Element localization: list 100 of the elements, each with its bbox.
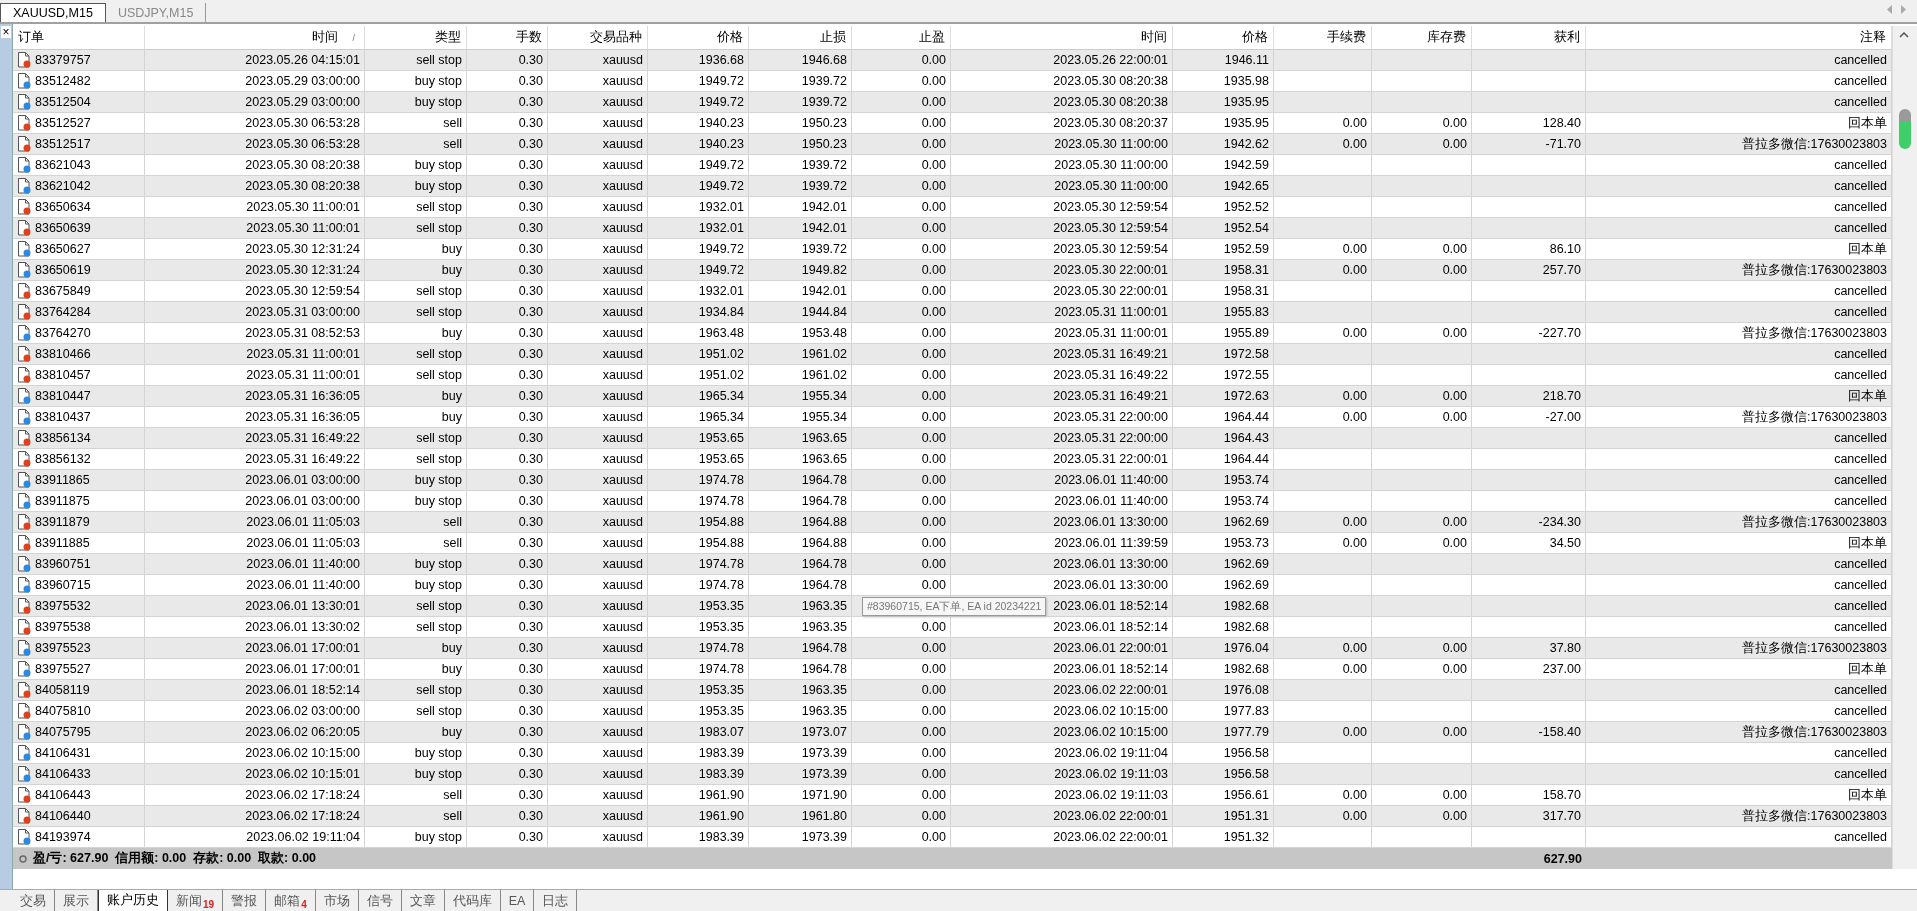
table-cell: 1935.95 — [1223, 95, 1269, 109]
table-cell: 0.00 — [1442, 389, 1467, 403]
table-row[interactable]: 84058119 2023.06.01 18:52:14 sell stop 0.30 xauusd 1953.35 1963.35 0.00 2023.06.02 22:00:01 1976.08 cancelled — [13, 680, 1892, 701]
table-cell: 1964.78 — [801, 578, 847, 592]
table-cell: 0.30 — [518, 284, 543, 298]
scrollbar[interactable] — [1892, 26, 1917, 869]
table-cell: 2023.05.30 12:59:54 — [1053, 200, 1168, 214]
panel-tab[interactable]: 市场 — [315, 890, 359, 911]
table-row[interactable]: 83975527 2023.06.01 17:00:01 buy 0.30 xauusd 1974.78 1964.78 0.00 2023.06.01 18:52:14 1982.68 0.00 0.00 237.00 回本单 — [13, 659, 1892, 680]
table-cell: 0.00 — [921, 410, 946, 424]
scroll-up-icon[interactable] — [1899, 32, 1909, 38]
table-row[interactable]: 83856132 2023.05.31 16:49:22 sell stop 0.30 xauusd 1953.65 1963.65 0.00 2023.05.31 22:00:01 1964.44 cancelled — [13, 449, 1892, 470]
table-row[interactable]: 83621043 2023.05.30 08:20:38 buy stop 0.30 xauusd 1949.72 1939.72 0.00 2023.05.30 11:00:00 1942.59 cancelled — [13, 155, 1892, 176]
table-row[interactable]: 83512482 2023.05.29 03:00:00 buy stop 0.30 xauusd 1949.72 1939.72 0.00 2023.05.30 08:20:38 1935.98 cancelled — [13, 71, 1892, 92]
table-row[interactable]: 84106440 2023.06.02 17:18:24 sell 0.30 xauusd 1961.90 1961.80 0.00 2023.06.02 22:00:01 1951.31 0.00 0.00 317.70 普拉多微信:17630023803 — [13, 806, 1892, 827]
table-row[interactable]: 83911879 2023.06.01 11:05:03 sell 0.30 xauusd 1954.88 1964.88 0.00 2023.06.01 13:30:00 1962.69 0.00 0.00 -234.30 普拉多微信:17630023803 — [13, 512, 1892, 533]
total-profit: 627.90 — [1542, 851, 1583, 866]
table-row[interactable]: 83856134 2023.05.31 16:49:22 sell stop 0.30 xauusd 1953.65 1963.65 0.00 2023.05.31 22:00:00 1964.43 cancelled — [13, 428, 1892, 449]
table-row[interactable]: 83810437 2023.05.31 16:36:05 buy 0.30 xauusd 1965.34 1955.34 0.00 2023.05.31 22:00:00 1964.44 0.00 0.00 -27.00 普拉多微信:17630023803 — [13, 407, 1892, 428]
table-cell: 2023.06.01 18:52:14 — [1053, 662, 1168, 676]
table-row[interactable]: 83975523 2023.06.01 17:00:01 buy 0.30 xauusd 1974.78 1964.78 0.00 2023.06.01 22:00:01 1976.04 0.00 0.00 37.80 普拉多微信:17630023803 — [13, 638, 1892, 659]
table-cell: 1953.73 — [1223, 536, 1269, 550]
table-row[interactable]: 83911865 2023.06.01 03:00:00 buy stop 0.30 xauusd 1974.78 1964.78 0.00 2023.06.01 11:40:00 1953.74 cancelled — [13, 470, 1892, 491]
table-row[interactable]: 83960751 2023.06.01 11:40:00 buy stop 0.30 xauusd 1974.78 1964.78 0.00 2023.06.01 13:30:00 1962.69 cancelled — [13, 554, 1892, 575]
table-cell: xauusd — [602, 326, 643, 340]
table-cell: 1955.34 — [801, 410, 847, 424]
order-number: 83512527 — [35, 116, 91, 130]
table-cell: 1954.88 — [698, 536, 744, 550]
table-row[interactable]: 83810447 2023.05.31 16:36:05 buy 0.30 xauusd 1965.34 1955.34 0.00 2023.05.31 16:49:21 1972.63 0.00 0.00 218.70 回本单 — [13, 386, 1892, 407]
table-cell: 2023.05.30 08:20:38 — [1053, 95, 1168, 109]
table-cell: 2023.06.02 03:00:00 — [245, 704, 360, 718]
table-row[interactable]: 83379757 2023.05.26 04:15:01 sell stop 0.30 xauusd 1936.68 1946.68 0.00 2023.05.26 22:00:01 1946.11 cancelled — [13, 50, 1892, 71]
table-cell: 1964.78 — [801, 662, 847, 676]
table-row[interactable]: 83650639 2023.05.30 11:00:01 sell stop 0.30 xauusd 1932.01 1942.01 0.00 2023.05.30 12:59:54 1952.54 cancelled — [13, 218, 1892, 239]
table-row[interactable]: 84075810 2023.06.02 03:00:00 sell stop 0.30 xauusd 1953.35 1963.35 0.00 2023.06.02 10:15:00 1977.83 cancelled — [13, 701, 1892, 722]
tooltip: #83960715, EA下单, EA id 20234221 — [862, 597, 1047, 616]
table-cell: 257.70 — [1542, 263, 1581, 277]
table-row[interactable]: 83650627 2023.05.30 12:31:24 buy 0.30 xauusd 1949.72 1939.72 0.00 2023.05.30 12:59:54 1952.59 0.00 0.00 86.10 回本单 — [13, 239, 1892, 260]
table-row[interactable]: 83675849 2023.05.30 12:59:54 sell stop 0.30 xauusd 1932.01 1942.01 0.00 2023.05.30 22:00:01 1958.31 cancelled — [13, 281, 1892, 302]
table-row[interactable]: 84193974 2023.06.02 19:11:04 buy stop 0.30 xauusd 1983.39 1973.39 0.00 2023.06.02 22:00:01 1951.32 cancelled — [13, 827, 1892, 848]
table-cell: 2023.05.31 11:00:01 — [1054, 326, 1168, 340]
table-row[interactable]: 84106433 2023.06.02 10:15:01 buy stop 0.30 xauusd 1983.39 1973.39 0.00 2023.06.02 19:11:03 1956.58 cancelled — [13, 764, 1892, 785]
table-row[interactable]: 83975538 2023.06.01 13:30:02 sell stop 0.30 xauusd 1953.35 1963.35 0.00 2023.06.01 18:52:14 1982.68 cancelled — [13, 617, 1892, 638]
table-cell: 1971.90 — [801, 788, 847, 802]
table-cell: 1961.02 — [801, 368, 847, 382]
table-cell: xauusd — [602, 221, 643, 235]
table-row[interactable]: 83960715 2023.06.01 11:40:00 buy stop 0.30 xauusd 1974.78 1964.78 0.00 2023.06.01 13:30:00 1962.69 cancelled — [13, 575, 1892, 596]
table-cell: 0.30 — [518, 431, 543, 445]
table-row[interactable]: 83810457 2023.05.31 11:00:01 sell stop 0.30 xauusd 1951.02 1961.02 0.00 2023.05.31 16:49:22 1972.55 cancelled — [13, 365, 1892, 386]
table-cell: 2023.06.01 18:52:14 — [245, 683, 360, 697]
table-cell: 2023.06.01 13:30:00 — [1053, 578, 1168, 592]
table-cell: xauusd — [602, 788, 643, 802]
table-cell: 2023.05.26 22:00:01 — [1053, 53, 1168, 67]
table-cell: 0.00 — [921, 74, 946, 88]
table-cell: 0.00 — [1442, 536, 1467, 550]
panel-tab[interactable]: 账户历史 — [98, 890, 168, 911]
table-row[interactable]: 83810466 2023.05.31 11:00:01 sell stop 0.30 xauusd 1951.02 1961.02 0.00 2023.05.31 16:49:21 1972.58 cancelled — [13, 344, 1892, 365]
table-row[interactable]: 83621042 2023.05.30 08:20:38 buy stop 0.30 xauusd 1949.72 1939.72 0.00 2023.05.30 11:00:00 1942.65 cancelled — [13, 176, 1892, 197]
panel-tab[interactable]: 信号 — [358, 890, 402, 911]
panel-tab[interactable]: 文章 — [401, 890, 445, 911]
table-cell: sell stop — [416, 284, 462, 298]
table-row[interactable]: 83650619 2023.05.30 12:31:24 buy 0.30 xauusd 1949.72 1949.82 0.00 2023.05.30 22:00:01 1958.31 0.00 0.00 257.70 普拉多微信:17630023803 — [13, 260, 1892, 281]
chart-tab[interactable]: XAUUSD,M15 — [0, 3, 106, 22]
table-row[interactable]: 83764270 2023.05.31 08:52:53 buy 0.30 xauusd 1963.48 1953.48 0.00 2023.05.31 11:00:01 1955.89 0.00 0.00 -227.70 普拉多微信:17630023803 — [13, 323, 1892, 344]
table-row[interactable]: 84106431 2023.06.02 10:15:00 buy stop 0.30 xauusd 1983.39 1973.39 0.00 2023.06.02 19:11:04 1956.58 cancelled — [13, 743, 1892, 764]
panel-tab[interactable]: 日志 — [534, 890, 578, 911]
table-row[interactable]: 83512504 2023.05.29 03:00:00 buy stop 0.30 xauusd 1949.72 1939.72 0.00 2023.05.30 08:20:38 1935.95 cancelled — [13, 92, 1892, 113]
table-cell: 2023.06.01 13:30:00 — [1053, 515, 1168, 529]
panel-tab[interactable]: 交易 — [12, 890, 55, 911]
table-cell: 0.00 — [921, 473, 946, 487]
table-cell: xauusd — [602, 410, 643, 424]
panel-tab[interactable]: 代码库 — [444, 890, 501, 911]
table-cell: 0.30 — [518, 179, 543, 193]
order-number: 83911879 — [35, 515, 90, 529]
table-cell: sell stop — [416, 200, 462, 214]
scroll-left-icon[interactable] — [1887, 5, 1893, 14]
table-cell: 2023.06.02 17:18:24 — [245, 809, 360, 823]
table-row[interactable]: 83512527 2023.05.30 06:53:28 sell 0.30 xauusd 1940.23 1950.23 0.00 2023.05.30 08:20:37 1935.95 0.00 0.00 128.40 回本单 — [13, 113, 1892, 134]
table-row[interactable]: 83911875 2023.06.01 03:00:00 buy stop 0.30 xauusd 1974.78 1964.78 0.00 2023.06.01 11:40:00 1953.74 cancelled — [13, 491, 1892, 512]
panel-tab[interactable]: 警报 — [223, 890, 267, 911]
table-row[interactable]: 84106443 2023.06.02 17:18:24 sell 0.30 xauusd 1961.90 1971.90 0.00 2023.06.02 19:11:03 1956.61 0.00 0.00 158.70 回本单 — [13, 785, 1892, 806]
table-cell: 0.00 — [921, 641, 946, 655]
table-row[interactable]: 83764284 2023.05.31 03:00:00 sell stop 0.30 xauusd 1934.84 1944.84 0.00 2023.05.31 11:00:01 1955.83 cancelled — [13, 302, 1892, 323]
scroll-right-icon[interactable] — [1901, 5, 1907, 14]
table-cell: buy stop — [414, 179, 462, 193]
close-icon[interactable]: × — [1, 26, 11, 38]
table-row[interactable]: 83911885 2023.06.01 11:05:03 sell 0.30 xauusd 1954.88 1964.88 0.00 2023.06.01 11:39:59 1953.73 0.00 0.00 34.50 回本单 — [13, 533, 1892, 554]
panel-tab[interactable]: EA — [500, 890, 535, 911]
table-row[interactable]: 83650634 2023.05.30 11:00:01 sell stop 0.30 xauusd 1932.01 1942.01 0.00 2023.05.30 12:59:54 1952.52 cancelled — [13, 197, 1892, 218]
table-row[interactable]: 83512517 2023.05.30 06:53:28 sell 0.30 xauusd 1940.23 1950.23 0.00 2023.05.30 11:00:00 1942.62 0.00 0.00 -71.70 普拉多微信:17630023803 — [13, 134, 1892, 155]
table-cell: sell stop — [416, 704, 462, 718]
order-number: 83810437 — [35, 410, 91, 424]
table-cell: 2023.05.31 16:49:22 — [245, 431, 360, 445]
scrollbar-thumb[interactable] — [1899, 109, 1911, 149]
table-cell: 128.40 — [1542, 116, 1581, 130]
table-cell: 0.30 — [518, 620, 543, 634]
table-cell: -71.70 — [1545, 137, 1581, 151]
table-cell: 1935.95 — [1223, 116, 1269, 130]
table-cell: cancelled — [1834, 200, 1887, 214]
table-row[interactable]: 84075795 2023.06.02 06:20:05 buy 0.30 xauusd 1983.07 1973.07 0.00 2023.06.02 10:15:00 1977.79 0.00 0.00 -158.40 普拉多微信:17630023803 — [13, 722, 1892, 743]
